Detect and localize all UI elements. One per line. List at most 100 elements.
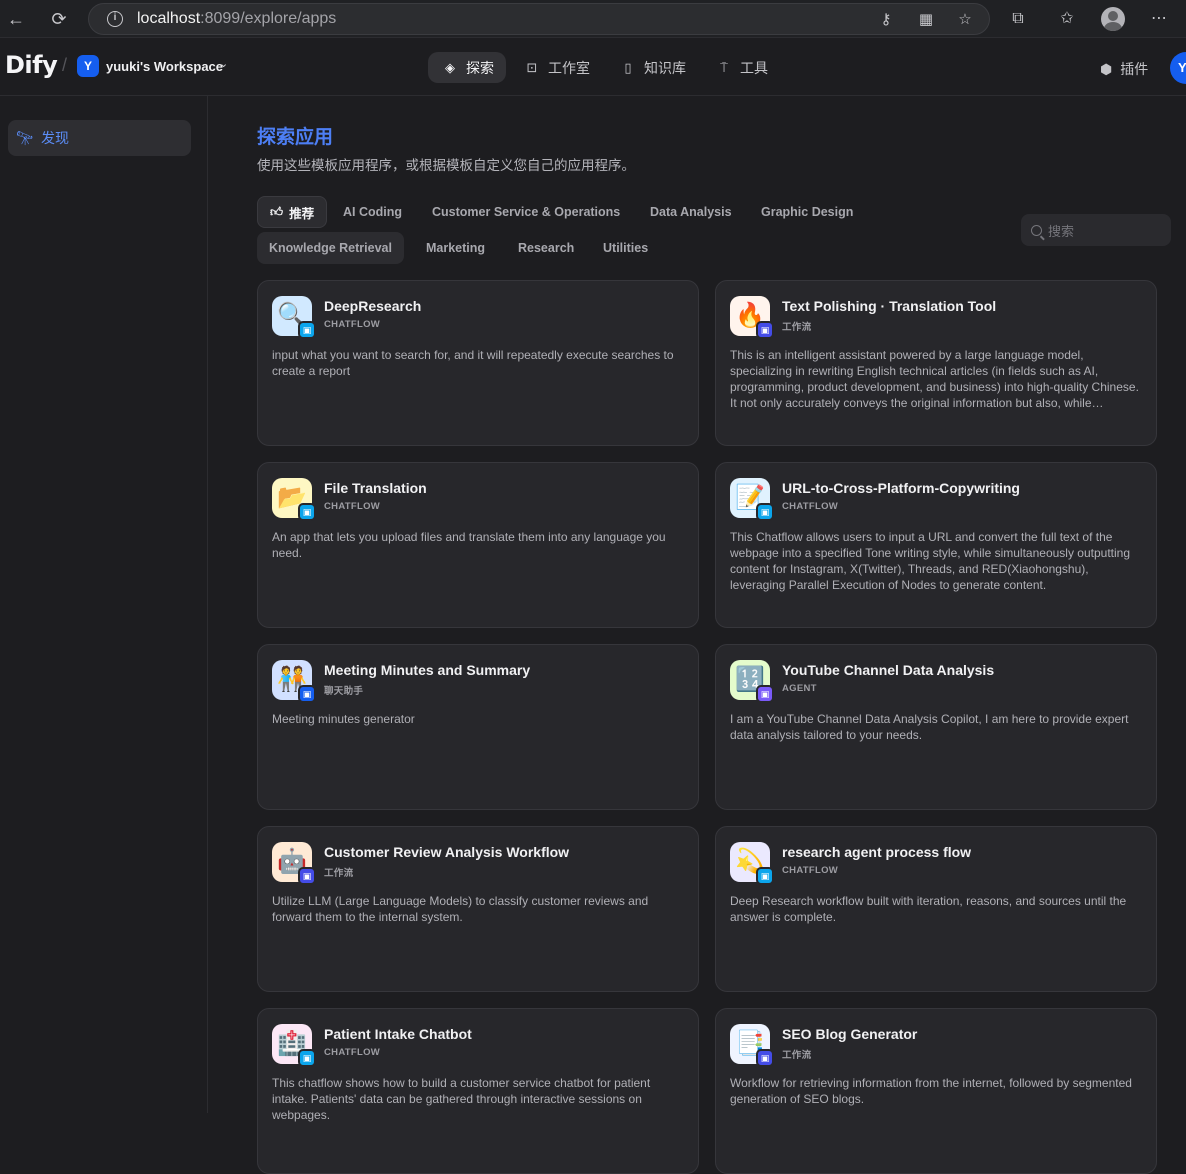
profile-avatar[interactable]: [1101, 7, 1125, 31]
cube-icon: ⬢: [1100, 60, 1113, 77]
nav-studio[interactable]: ⊡ 工作室: [510, 52, 602, 83]
tab-label: Knowledge Retrieval: [269, 241, 392, 255]
tab-marketing[interactable]: Marketing: [414, 232, 497, 264]
thumbs-up-icon: 👍︎: [270, 204, 284, 219]
app-description: This Chatflow allows users to input a UR…: [730, 530, 1131, 592]
search-icon: [1031, 224, 1042, 236]
explore-main: 探索应用 使用这些模板应用程序，或根据模板自定义您自己的应用程序。 👍︎ 推荐 …: [209, 96, 1186, 1174]
app-card[interactable]: 📂 ▣ File Translation CHATFLOW An app that le…: [257, 462, 699, 628]
nav-knowledge[interactable]: ▯ 知识库: [606, 52, 698, 83]
nav-explore-label: 探索: [466, 59, 494, 76]
app-description: This is an intelligent assistant powered…: [730, 348, 1139, 410]
workspace-avatar[interactable]: Y: [77, 55, 99, 77]
app-name: File Translation: [324, 480, 427, 496]
app-type: AGENT: [782, 683, 817, 694]
app-type-badge-icon: ▣: [298, 503, 316, 521]
app-card[interactable]: 💫 ▣ research agent process flow CHATFLOW Dee…: [715, 826, 1157, 992]
plugins-label: 插件: [1120, 61, 1149, 77]
app-type: CHATFLOW: [324, 319, 381, 330]
app-name: research agent process flow: [782, 844, 972, 860]
star-icon[interactable]: ☆: [956, 11, 974, 29]
app-description: I am a YouTube Channel Data Analysis Cop…: [730, 712, 1129, 742]
app-name: Text Polishing · Translation Tool: [782, 298, 997, 314]
app-name: YouTube Channel Data Analysis: [782, 662, 995, 678]
app-type: CHATFLOW: [782, 865, 839, 876]
top-navigation: ◈ 探索 ⊡ 工作室 ▯ 知识库 ⍑ 工具: [428, 52, 780, 83]
app-type-badge-icon: ▣: [756, 503, 774, 521]
app-card[interactable]: 📑 ▣ SEO Blog Generator 工作流 Workflow for retr…: [715, 1008, 1157, 1174]
tab-customer-service[interactable]: Customer Service & Operations: [420, 196, 632, 228]
reload-icon[interactable]: ⟳: [49, 9, 69, 29]
extensions-icon[interactable]: ⧉: [1008, 9, 1028, 29]
chevron-down-icon[interactable]: ⌄: [219, 57, 228, 70]
nav-knowledge-label: 知识库: [644, 59, 686, 76]
tab-research[interactable]: Research: [506, 232, 586, 264]
book-icon: ▯: [624, 59, 632, 75]
app-type: CHATFLOW: [782, 501, 839, 512]
sidebar-item-label: 发现: [41, 130, 69, 146]
app-name: Patient Intake Chatbot: [324, 1026, 472, 1042]
app-card[interactable]: 🔢 ▣ YouTube Channel Data Analysis AGENT I am…: [715, 644, 1157, 810]
site-info-icon[interactable]: i: [107, 11, 123, 27]
key-icon[interactable]: ⚷: [877, 11, 895, 29]
robot-icon: ⊡: [526, 59, 538, 75]
app-type-badge-icon: ▣: [756, 685, 774, 703]
apps-icon[interactable]: ▦: [917, 11, 935, 29]
user-avatar[interactable]: Y: [1170, 52, 1186, 84]
app-card[interactable]: 🏥 ▣ Patient Intake Chatbot CHATFLOW This cha…: [257, 1008, 699, 1174]
back-arrow-icon[interactable]: ←: [6, 9, 26, 29]
page-title: 探索应用: [257, 127, 334, 148]
tab-knowledge-retrieval[interactable]: Knowledge Retrieval: [257, 232, 404, 264]
nav-explore[interactable]: ◈ 探索: [428, 52, 506, 83]
app-description: Deep Research workflow built with iterat…: [730, 894, 1127, 924]
tab-ai-coding[interactable]: AI Coding: [331, 196, 414, 228]
app-card[interactable]: 🤖 ▣ Customer Review Analysis Workflow 工作流 Ut…: [257, 826, 699, 992]
workspace-name[interactable]: yuuki's Workspace: [106, 59, 223, 74]
app-card[interactable]: 🔍 ▣ DeepResearch CHATFLOW input what you wan…: [257, 280, 699, 446]
app-name: URL-to-Cross-Platform-Copywriting: [782, 480, 1020, 496]
search-placeholder: 搜索: [1048, 223, 1075, 239]
sidebar-item-discover[interactable]: 🔭︎ 发现: [8, 120, 191, 156]
tab-label: Research: [518, 241, 575, 255]
tab-label: Graphic Design: [761, 205, 854, 219]
more-menu-icon[interactable]: ⋯: [1149, 9, 1169, 29]
app-type: 工作流: [324, 868, 354, 879]
nav-tools-label: 工具: [740, 59, 768, 76]
telescope-icon: 🔭︎: [16, 129, 34, 146]
tab-data-analysis[interactable]: Data Analysis: [638, 196, 744, 228]
browser-toolbar: ← ⟳ i localhost:8099/explore/apps ⚷ ▦ ☆ …: [0, 0, 1186, 38]
app-type-badge-icon: ▣: [298, 321, 316, 339]
tab-label: Customer Service & Operations: [432, 205, 621, 219]
app-type-badge-icon: ▣: [756, 321, 774, 339]
plugins-button[interactable]: ⬢ 插件: [1100, 59, 1148, 79]
app-type-badge-icon: ▣: [756, 1049, 774, 1067]
app-type: 工作流: [782, 322, 812, 333]
app-type: 工作流: [782, 1050, 812, 1061]
app-card[interactable]: 🔥 ▣ Text Polishing · Translation Tool 工作流 Th…: [715, 280, 1157, 446]
app-description: Utilize LLM (Large Language Models) to c…: [272, 894, 649, 924]
dify-logo[interactable]: Dify: [5, 51, 58, 79]
app-description: Workflow for retrieving information from…: [730, 1076, 1132, 1106]
app-type: 聊天助手: [324, 686, 364, 697]
url-text: localhost:8099/explore/apps: [137, 10, 337, 27]
app-card[interactable]: 📝 ▣ URL-to-Cross-Platform-Copywriting CHATF…: [715, 462, 1157, 628]
tab-graphic-design[interactable]: Graphic Design: [749, 196, 865, 228]
app-description: input what you want to search for, and i…: [272, 348, 674, 378]
app-description: This chatflow shows how to build a custo…: [272, 1076, 651, 1122]
nav-tools[interactable]: ⍑ 工具: [702, 52, 780, 83]
tab-recommended[interactable]: 👍︎ 推荐: [257, 196, 328, 228]
nav-studio-label: 工作室: [548, 59, 590, 76]
page-subtitle: 使用这些模板应用程序，或根据模板自定义您自己的应用程序。: [257, 158, 635, 173]
search-input[interactable]: 搜索: [1021, 214, 1171, 246]
tab-label: AI Coding: [343, 205, 403, 219]
app-type-badge-icon: ▣: [756, 867, 774, 885]
favorites-icon[interactable]: ✩: [1057, 9, 1077, 29]
tab-label: Utilities: [603, 241, 649, 255]
app-header: Dify / Y yuuki's Workspace ⌄ ◈ 探索 ⊡ 工作室 …: [0, 38, 1186, 96]
tab-utilities[interactable]: Utilities: [591, 232, 660, 264]
app-description: An app that lets you upload files and tr…: [272, 530, 666, 560]
address-bar[interactable]: i localhost:8099/explore/apps ⚷ ▦ ☆: [88, 3, 990, 35]
app-card[interactable]: 🧑‍🤝‍🧑 ▣ Meeting Minutes and Summary 聊天助手 Mee…: [257, 644, 699, 810]
app-name: Meeting Minutes and Summary: [324, 662, 531, 678]
app-type-badge-icon: ▣: [298, 867, 316, 885]
